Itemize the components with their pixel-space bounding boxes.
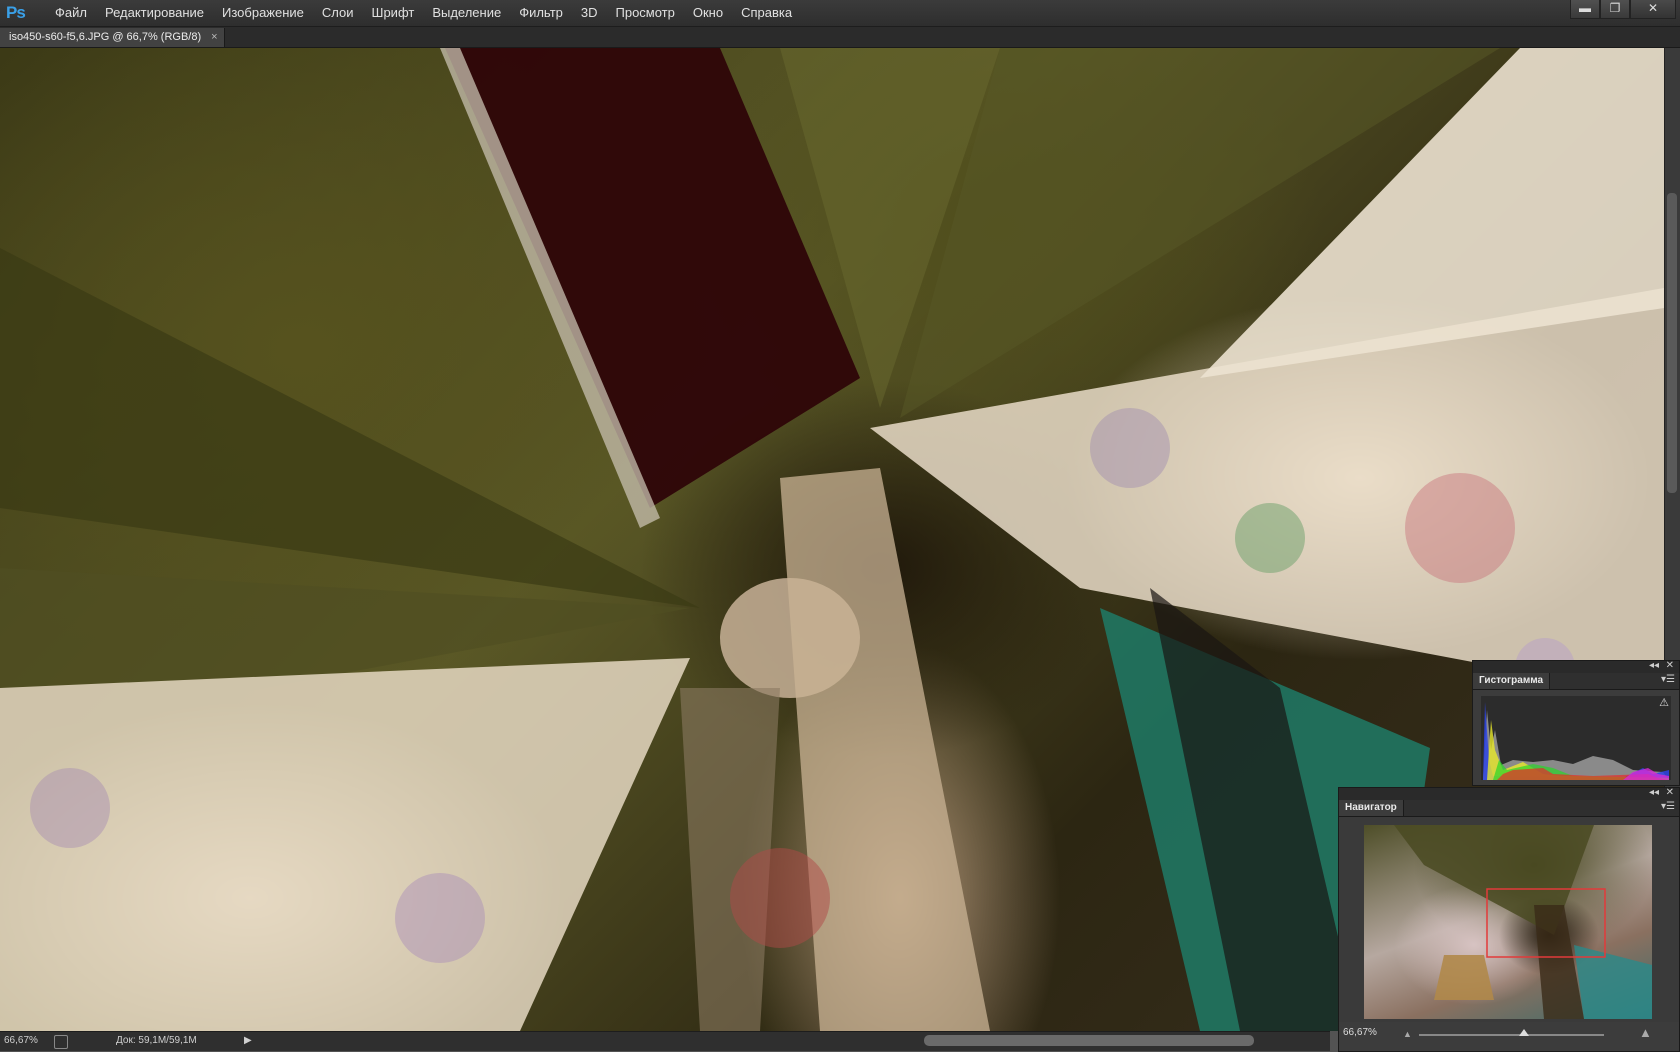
- zoom-slider-knob[interactable]: [1519, 1029, 1529, 1036]
- collapse-icon[interactable]: ◂◂: [1649, 660, 1659, 671]
- menu-window[interactable]: Окно: [684, 0, 732, 26]
- menu-view[interactable]: Просмотр: [607, 0, 684, 26]
- status-doc-info: Док: 59,1M/59,1M: [116, 1035, 197, 1046]
- document-tab-title: iso450-s60-f5,6.JPG @ 66,7% (RGB/8): [9, 31, 202, 43]
- menu-help[interactable]: Справка: [732, 0, 801, 26]
- navigator-zoom-value[interactable]: 66,67%: [1343, 1027, 1377, 1038]
- document-tab-bar: iso450-s60-f5,6.JPG @ 66,7% (RGB/8) ×: [0, 27, 1680, 48]
- zoom-slider[interactable]: [1419, 1034, 1604, 1036]
- histogram-body: ⚠: [1473, 690, 1679, 785]
- panel-menu-icon[interactable]: ▾☰: [1661, 674, 1675, 685]
- menu-items: Файл Редактирование Изображение Слои Шри…: [46, 0, 801, 26]
- zoom-out-icon[interactable]: ▲: [1403, 1029, 1412, 1039]
- navigator-thumbnail[interactable]: [1364, 825, 1652, 1019]
- navigator-thumbnail-image: [1394, 825, 1652, 1019]
- menu-edit[interactable]: Редактирование: [96, 0, 213, 26]
- histogram-tabs: Гистограмма ▾☰: [1473, 673, 1679, 690]
- status-zoom[interactable]: 66,67%: [4, 1035, 38, 1046]
- navigator-tabs: Навигатор ▾☰: [1339, 800, 1679, 817]
- menu-3d[interactable]: 3D: [572, 0, 607, 26]
- zoom-in-icon[interactable]: ▲: [1639, 1025, 1652, 1040]
- floral-left: [0, 658, 690, 1031]
- horizontal-scrollbar[interactable]: [258, 1033, 1330, 1048]
- horizontal-scroll-thumb[interactable]: [924, 1035, 1254, 1046]
- status-menu-arrow-icon[interactable]: ▶: [244, 1035, 252, 1046]
- collapse-icon[interactable]: ◂◂: [1649, 787, 1659, 798]
- rose-1: [1405, 473, 1515, 583]
- rose-3: [730, 848, 830, 948]
- navigator-footer: 66,67% ▲ ▲: [1339, 1022, 1679, 1046]
- menu-file[interactable]: Файл: [46, 0, 96, 26]
- close-button[interactable]: ✕: [1630, 0, 1676, 19]
- histogram-panel: ◂◂ ✕ Гистограмма ▾☰ ⚠: [1472, 660, 1680, 786]
- rose-4: [395, 873, 485, 963]
- rose-2: [1090, 408, 1170, 488]
- menu-select[interactable]: Выделение: [423, 0, 510, 26]
- panel-menu-icon[interactable]: ▾☰: [1661, 801, 1675, 812]
- navigator-panel-topbar: ◂◂ ✕: [1339, 787, 1679, 800]
- rose-5: [30, 768, 110, 848]
- navigator-panel: ◂◂ ✕ Навигатор ▾☰ 66,67% ▲ ▲: [1338, 787, 1680, 1052]
- histogram-panel-topbar: ◂◂ ✕: [1473, 660, 1679, 673]
- histogram-graph: [1481, 696, 1671, 780]
- menu-filter[interactable]: Фильтр: [510, 0, 572, 26]
- warning-icon[interactable]: ⚠: [1659, 696, 1669, 709]
- window-dark-red: [445, 48, 860, 508]
- knot-tail: [780, 468, 990, 1031]
- thumb-lamp: [1434, 955, 1494, 1000]
- window-controls: ▬ ❐ ✕: [1570, 0, 1676, 19]
- photoshop-logo: Ps: [6, 3, 26, 22]
- menu-image[interactable]: Изображение: [213, 0, 313, 26]
- tab-navigator[interactable]: Навигатор: [1339, 800, 1404, 816]
- panel-close-icon[interactable]: ✕: [1666, 787, 1674, 798]
- menu-bar: Ps Файл Редактирование Изображение Слои …: [0, 0, 1680, 27]
- thumb-teal: [1574, 945, 1652, 1019]
- document-tab[interactable]: iso450-s60-f5,6.JPG @ 66,7% (RGB/8) ×: [0, 28, 225, 47]
- navigator-body: [1339, 817, 1679, 1022]
- close-tab-icon[interactable]: ×: [211, 28, 217, 47]
- minimize-button[interactable]: ▬: [1570, 0, 1600, 19]
- leaf-1: [1235, 503, 1305, 573]
- menu-layers[interactable]: Слои: [313, 0, 363, 26]
- menu-type[interactable]: Шрифт: [363, 0, 424, 26]
- vertical-scroll-thumb[interactable]: [1667, 193, 1677, 493]
- status-settings-icon[interactable]: [54, 1035, 68, 1049]
- restore-button[interactable]: ❐: [1600, 0, 1630, 19]
- panel-close-icon[interactable]: ✕: [1666, 660, 1674, 671]
- tab-histogram[interactable]: Гистограмма: [1473, 673, 1551, 689]
